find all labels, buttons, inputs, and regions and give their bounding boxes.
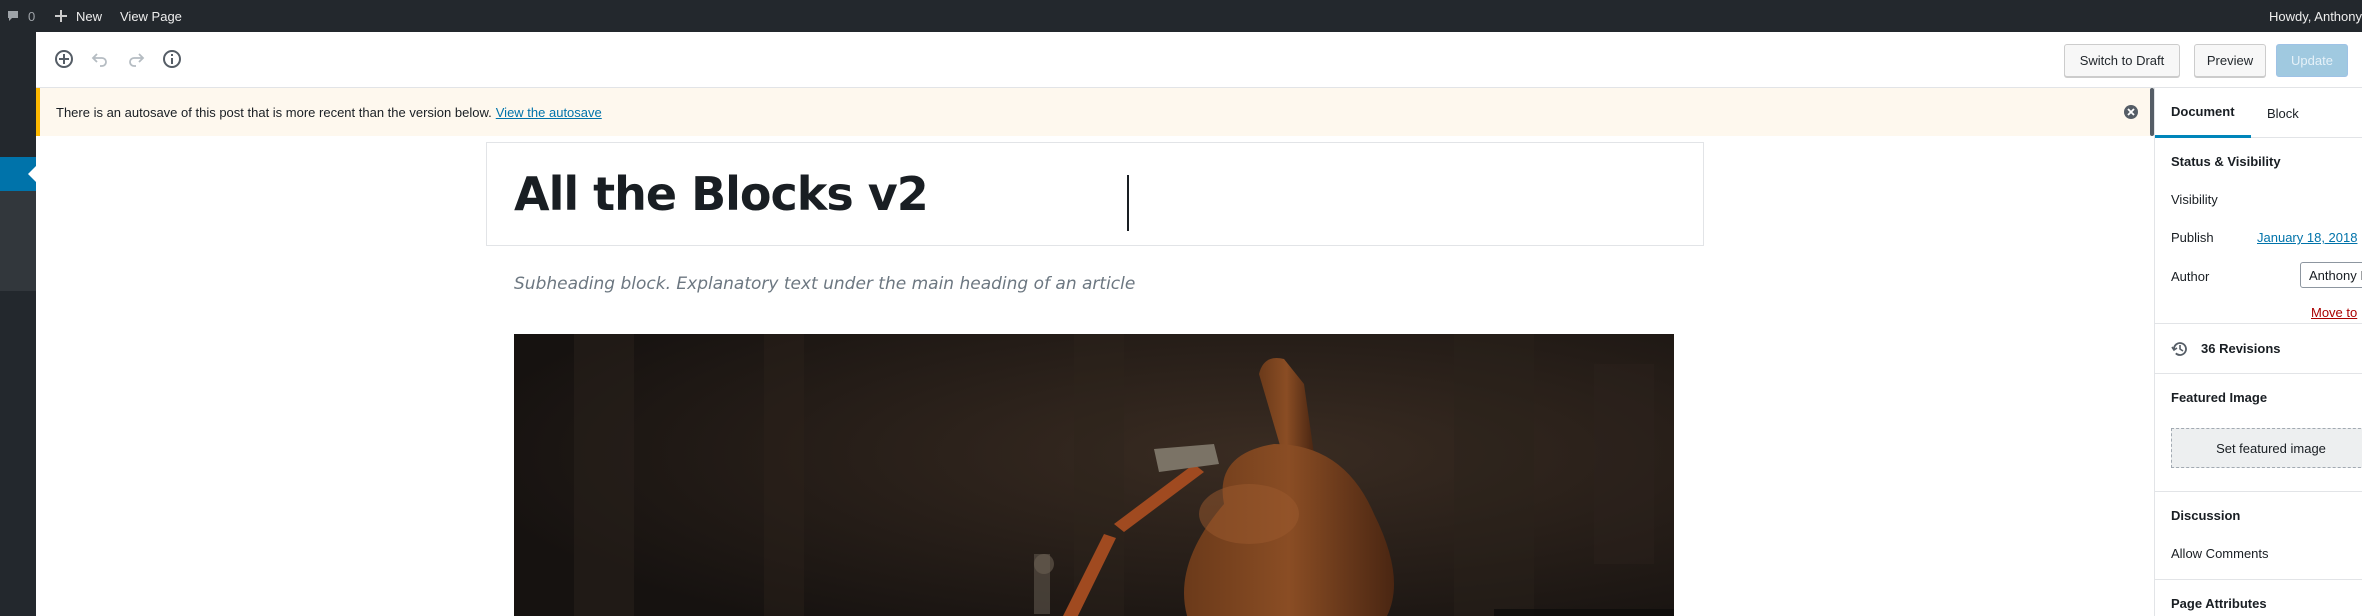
editor-header: Switch to Draft Preview Update — [36, 32, 2362, 88]
featured-image-panel: Featured Image Set featured image — [2155, 374, 2362, 492]
revisions-label[interactable]: 36 Revisions — [2201, 341, 2281, 356]
tab-document[interactable]: Document — [2155, 88, 2251, 138]
tab-block[interactable]: Block — [2251, 88, 2315, 138]
featured-image-title[interactable]: Featured Image — [2171, 390, 2267, 405]
status-visibility-title[interactable]: Status & Visibility — [2171, 154, 2281, 169]
move-to-trash-link[interactable]: Move to — [2311, 305, 2357, 320]
set-featured-image-button[interactable]: Set featured image — [2171, 428, 2362, 468]
discussion-title[interactable]: Discussion — [2171, 508, 2240, 523]
publish-label: Publish — [2171, 230, 2214, 245]
post-title-block[interactable]: All the Blocks v2 — [486, 142, 1704, 246]
preview-button[interactable]: Preview — [2194, 44, 2266, 77]
howdy-user[interactable]: Howdy, Anthony — [2269, 0, 2362, 32]
close-icon — [2124, 105, 2138, 119]
sidebar-tabs: Document Block — [2155, 88, 2362, 138]
redo-button[interactable] — [124, 47, 148, 71]
history-icon — [2171, 342, 2187, 356]
publish-date-link[interactable]: January 18, 2018 — [2257, 230, 2357, 245]
editor-canvas: All the Blocks v2 Subheading block. Expl… — [36, 136, 2154, 616]
view-autosave-link[interactable]: View the autosave — [496, 105, 602, 120]
image-block[interactable] — [514, 334, 1674, 616]
undo-icon — [91, 53, 107, 67]
new-item[interactable]: New — [54, 0, 102, 32]
update-button[interactable]: Update — [2276, 44, 2348, 77]
new-label: New — [76, 8, 103, 24]
settings-sidebar: Document Block Status & Visibility Visib… — [2154, 88, 2362, 616]
desk-lamp-image — [514, 334, 1674, 616]
author-select[interactable]: Anthony I — [2300, 262, 2362, 288]
undo-button[interactable] — [88, 47, 112, 71]
subheading-block[interactable]: Subheading block. Explanatory text under… — [514, 274, 1135, 294]
view-page-link[interactable]: View Page — [120, 0, 182, 32]
admin-menu-active-item[interactable] — [0, 157, 36, 191]
admin-bar: 0 New View Page Howdy, Anthony — [0, 0, 2362, 32]
autosave-notice: There is an autosave of this post that i… — [36, 88, 2150, 136]
revisions-panel[interactable]: 36 Revisions — [2155, 324, 2362, 374]
info-button[interactable] — [160, 47, 184, 71]
text-cursor — [1127, 175, 1129, 231]
visibility-label: Visibility — [2171, 192, 2218, 207]
notice-close-button[interactable] — [2122, 103, 2140, 121]
discussion-panel: Discussion Allow Comments — [2155, 492, 2362, 580]
comment-icon — [8, 11, 18, 21]
redo-icon — [129, 53, 145, 67]
info-icon — [163, 50, 181, 68]
plus-circle-icon — [55, 50, 73, 68]
comments-count: 0 — [28, 8, 36, 24]
allow-comments-label: Allow Comments — [2171, 546, 2269, 561]
switch-to-draft-button[interactable]: Switch to Draft — [2064, 44, 2180, 77]
title-block-toolbar — [1603, 137, 1653, 143]
admin-menu — [0, 32, 36, 616]
page-attributes-title[interactable]: Page Attributes — [2171, 596, 2267, 611]
plus-icon — [55, 10, 67, 22]
notice-message: There is an autosave of this post that i… — [56, 104, 492, 120]
post-title[interactable]: All the Blocks v2 — [514, 167, 929, 221]
status-visibility-panel: Status & Visibility Visibility Publish J… — [2155, 138, 2362, 324]
author-label: Author — [2171, 269, 2210, 284]
comments-item[interactable]: 0 — [6, 0, 35, 32]
page-attributes-panel: Page Attributes — [2155, 580, 2362, 616]
admin-submenu — [0, 191, 36, 291]
add-block-button[interactable] — [52, 47, 76, 71]
